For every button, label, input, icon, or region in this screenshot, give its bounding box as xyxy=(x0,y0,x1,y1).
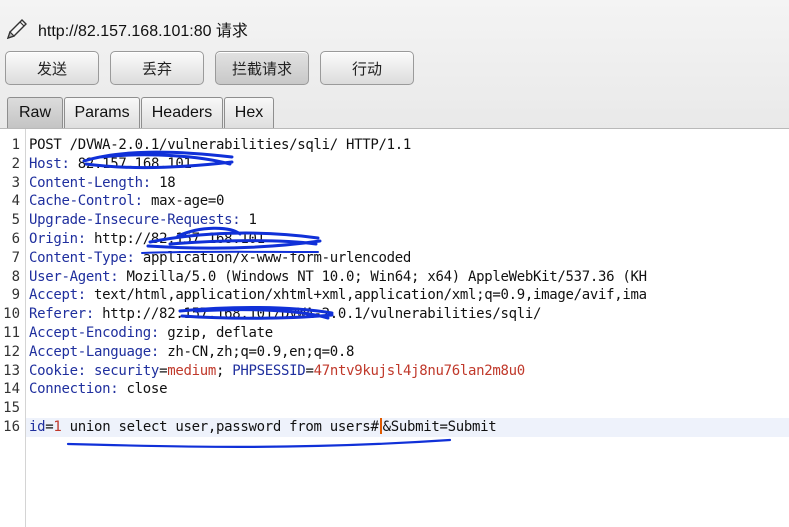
cookie-value: medium xyxy=(167,362,216,379)
header-line-referer: Referer: http://82.157.168.101/DVWA-2.0.… xyxy=(29,305,541,324)
header-value: zh-CN,zh;q=0.9,en;q=0.8 xyxy=(159,343,355,360)
header-value: gzip, deflate xyxy=(159,325,273,341)
header-line-accept-language: Accept-Language: zh-CN,zh;q=0.9,en;q=0.8 xyxy=(29,343,354,362)
header-value: text/html,application/xhtml+xml,applicat… xyxy=(85,287,647,304)
action-button[interactable]: 行动 xyxy=(320,51,414,85)
line-number: 15 xyxy=(3,400,20,417)
header-name: Content-Type: xyxy=(29,249,135,266)
header-line-host: Host: 82.157.168.101 xyxy=(29,155,192,174)
header-line-user-agent: User-Agent: Mozilla/5.0 (Windows NT 10.0… xyxy=(29,268,647,287)
line-number: 4 xyxy=(11,193,20,210)
header-line-cache-control: Cache-Control: max-age=0 xyxy=(29,192,224,211)
header-name: Host: xyxy=(29,155,70,172)
header-line-connection: Connection: close xyxy=(29,380,168,399)
drop-button[interactable]: 丢弃 xyxy=(110,51,204,85)
intercept-toggle-button[interactable]: 拦截请求 xyxy=(215,51,309,85)
header-value: Mozilla/5.0 (Windows NT 10.0; Win64; x64… xyxy=(118,268,648,285)
header-value: http://82.157.168.101 xyxy=(85,231,265,247)
header-name: Accept-Language: xyxy=(29,343,160,360)
header-value: http://82.157.168.101/DVWA-2.0.1/vulnera… xyxy=(94,306,542,323)
cookie-equals: = xyxy=(305,362,314,379)
line-number-gutter: 1 2 3 4 5 6 7 8 9 10 11 12 13 14 15 16 xyxy=(0,129,26,527)
request-body-line[interactable]: id=1 union select user,password from use… xyxy=(26,418,789,437)
line-number: 5 xyxy=(11,212,20,229)
header-name: Cache-Control: xyxy=(29,193,143,210)
header-value: 1 xyxy=(240,212,257,229)
view-tabs: Raw Params Headers Hex xyxy=(7,97,275,128)
header-name: Content-Length: xyxy=(29,174,151,191)
tab-params[interactable]: Params xyxy=(64,97,140,128)
line-number: 13 xyxy=(3,362,20,379)
cookie-key: security xyxy=(85,362,160,379)
raw-request-editor[interactable]: 1 2 3 4 5 6 7 8 9 10 11 12 13 14 15 16 P… xyxy=(0,129,789,527)
tab-hex[interactable]: Hex xyxy=(224,97,274,128)
header-name: Upgrade-Insecure-Requests: xyxy=(29,212,241,229)
header-line-cookie: Cookie: security=medium; PHPSESSID=47ntv… xyxy=(29,362,525,381)
line-number: 2 xyxy=(11,155,20,172)
line-number: 1 xyxy=(11,137,20,153)
send-button[interactable]: 发送 xyxy=(5,51,99,85)
text-cursor xyxy=(379,418,382,434)
submit-param: &Submit=Submit xyxy=(382,419,497,435)
line-number: 11 xyxy=(3,325,20,341)
tab-headers[interactable]: Headers xyxy=(141,97,223,128)
sql-injection-payload: union select user,password from users# xyxy=(61,419,379,435)
header-value: application/x-www-form-urlencoded xyxy=(134,249,412,266)
line-number: 12 xyxy=(3,343,20,360)
header-line-accept: Accept: text/html,application/xhtml+xml,… xyxy=(29,286,647,305)
header-name: Cookie: xyxy=(29,362,86,379)
header-name: Connection: xyxy=(29,381,119,398)
request-toolbar-area: http://82.157.168.101:80 请求 发送 丢弃 拦截请求 行… xyxy=(0,0,789,129)
header-value: close xyxy=(118,381,168,398)
line-number: 9 xyxy=(11,287,20,304)
tab-raw[interactable]: Raw xyxy=(7,97,63,128)
header-line-content-length: Content-Length: 18 xyxy=(29,174,176,193)
pencil-icon xyxy=(6,19,27,40)
cookie-equals: = xyxy=(159,362,168,379)
cookie-value: 47ntv9kujsl4j8nu76lan2m8u0 xyxy=(313,362,526,379)
line-number: 10 xyxy=(3,306,20,323)
header-line-upgrade-insecure: Upgrade-Insecure-Requests: 1 xyxy=(29,211,257,230)
line-number: 16 xyxy=(3,419,20,435)
window-title: http://82.157.168.101:80 请求 xyxy=(38,23,248,40)
header-value: max-age=0 xyxy=(142,193,225,210)
cookie-key: PHPSESSID xyxy=(232,362,306,379)
line-number: 3 xyxy=(11,174,20,191)
line-number: 7 xyxy=(11,249,20,266)
header-line-content-type: Content-Type: application/x-www-form-url… xyxy=(29,249,411,268)
line-number: 14 xyxy=(3,381,20,398)
header-name: Referer: xyxy=(29,306,95,323)
window-title-row: http://82.157.168.101:80 请求 xyxy=(4,14,248,44)
header-name: Accept-Encoding: xyxy=(29,325,160,341)
header-value: 82.157.168.101 xyxy=(69,155,192,172)
header-value: 18 xyxy=(150,174,176,191)
header-line-origin: Origin: http://82.157.168.101 xyxy=(29,230,265,249)
request-line: POST /DVWA-2.0.1/vulnerabilities/sqli/ H… xyxy=(29,137,412,153)
body-param-value: 1 xyxy=(53,419,62,435)
header-name: Accept: xyxy=(29,287,86,304)
line-number: 6 xyxy=(11,231,20,247)
header-name: User-Agent: xyxy=(29,268,119,285)
body-param-key: id xyxy=(29,419,46,435)
cookie-separator: ; xyxy=(216,362,233,379)
header-line-accept-encoding: Accept-Encoding: gzip, deflate xyxy=(29,324,273,343)
line-number: 8 xyxy=(11,268,20,285)
header-name: Origin: xyxy=(29,231,86,247)
